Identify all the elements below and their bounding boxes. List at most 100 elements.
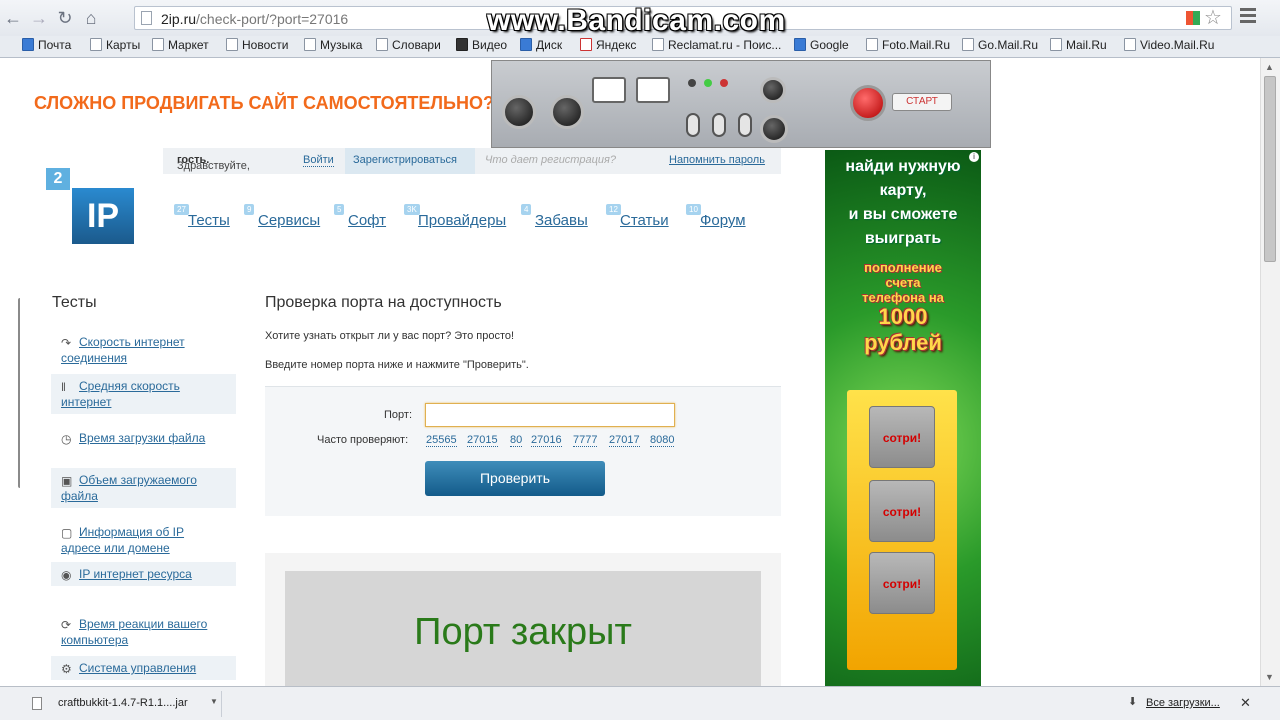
frequent-label: Часто проверяют: bbox=[317, 434, 409, 446]
sidebar-item[interactable]: ◉ IP интернет ресурса bbox=[51, 562, 236, 586]
sidebar-item[interactable]: ⟳ Время реакции вашего компьютера bbox=[51, 612, 236, 652]
ad-amount: 1000 bbox=[878, 304, 928, 329]
all-downloads-link[interactable]: Все загрузки... bbox=[1146, 697, 1220, 709]
back-icon[interactable]: ← bbox=[2, 7, 24, 29]
scratch-field[interactable]: сотри! bbox=[869, 480, 935, 542]
sidebar-item[interactable]: ‖ Средняя скорость интернет bbox=[51, 374, 236, 414]
sidebar-item-label: IP интернет ресурса bbox=[79, 567, 192, 581]
gauge-icon bbox=[592, 77, 626, 103]
nav-item[interactable]: Форум bbox=[700, 212, 746, 229]
web-page: СЛОЖНО ПРОДВИГАТЬ САЙТ САМОСТОЯТЕЛЬНО? С… bbox=[20, 58, 1260, 686]
extension-icon[interactable] bbox=[1186, 11, 1200, 25]
download-item[interactable]: craftbukkit-1.4.7-R1.1....jar ▼ bbox=[24, 691, 222, 717]
bars-icon: ‖ bbox=[61, 380, 66, 394]
chevron-down-icon[interactable]: ▼ bbox=[210, 697, 218, 706]
bookmark-item[interactable]: Новости bbox=[226, 38, 288, 52]
left-gutter bbox=[0, 58, 26, 686]
bookmark-item[interactable]: Почта bbox=[22, 38, 71, 52]
frequent-port-link[interactable]: 25565 bbox=[426, 434, 457, 447]
bookmark-item[interactable]: Видео bbox=[456, 38, 507, 52]
bookmark-star-icon[interactable]: ☆ bbox=[1204, 5, 1222, 30]
scratch-field[interactable]: сотри! bbox=[869, 406, 935, 468]
close-icon[interactable]: ✕ bbox=[1240, 695, 1251, 711]
nav-item[interactable]: Тесты bbox=[188, 212, 230, 229]
frequent-port-link[interactable]: 27015 bbox=[467, 434, 498, 447]
ad-line: и вы сможете bbox=[848, 206, 958, 223]
reload-icon[interactable]: ↻ bbox=[54, 7, 76, 29]
sidebar-item[interactable]: ↷ Скорость интернет соединения bbox=[51, 330, 236, 370]
frequent-port-link[interactable]: 27016 bbox=[531, 434, 562, 447]
result-status: Порт закрыт bbox=[414, 611, 632, 653]
bookmark-item[interactable]: Музыка bbox=[304, 38, 362, 52]
knob-icon bbox=[760, 77, 786, 103]
scratch-card: сотри! сотри! сотри! bbox=[847, 390, 957, 670]
sidebar-item-label: Время реакции вашего компьютера bbox=[61, 617, 208, 647]
sidebar-item-label: Информация об IP адресе или домене bbox=[61, 525, 185, 555]
bookmark-item[interactable]: Google bbox=[794, 38, 849, 52]
frequent-port-link[interactable]: 7777 bbox=[573, 434, 598, 447]
port-input[interactable] bbox=[425, 403, 675, 427]
sidebar-item[interactable]: ◷ Время загрузки файла bbox=[51, 426, 236, 450]
reaction-icon: ⟳ bbox=[61, 618, 72, 632]
scroll-up-icon[interactable]: ▲ bbox=[1265, 62, 1274, 72]
frequent-port-link[interactable]: 8080 bbox=[650, 434, 675, 447]
side-ad[interactable]: i найди нужную карту, и вы сможете выигр… bbox=[825, 150, 981, 686]
page-scrollbar[interactable]: ▲ ▼ bbox=[1260, 58, 1280, 686]
bookmark-item[interactable]: Карты bbox=[90, 38, 140, 52]
result-inner: Порт закрыт bbox=[285, 571, 761, 686]
scroll-thumb[interactable] bbox=[1264, 76, 1276, 262]
menu-icon[interactable] bbox=[1240, 8, 1256, 24]
page-title: Проверка порта на доступность bbox=[265, 294, 502, 311]
forward-icon[interactable]: → bbox=[28, 7, 50, 29]
login-link[interactable]: Войти bbox=[303, 154, 334, 167]
nav-item[interactable]: Забавы bbox=[535, 212, 588, 229]
bookmark-label: Почта bbox=[38, 38, 72, 52]
register-link[interactable]: Зарегистрироваться bbox=[353, 154, 457, 166]
nav-item[interactable]: Статьи bbox=[620, 212, 669, 229]
bookmark-label: Музыка bbox=[320, 38, 363, 52]
bookmark-item[interactable]: Маркет bbox=[152, 38, 209, 52]
knob-icon bbox=[550, 95, 584, 129]
globe-ip-icon: ◉ bbox=[61, 568, 72, 582]
why-register-link[interactable]: Что дает регистрация? bbox=[485, 154, 616, 166]
login-strip: Здравствуйте, гость. Войти Зарегистриров… bbox=[163, 148, 781, 174]
bookmark-item[interactable]: Go.Mail.Ru bbox=[962, 38, 1038, 52]
ad-line: выиграть bbox=[864, 230, 942, 247]
monitor-icon: ▣ bbox=[61, 474, 73, 488]
sidebar-item[interactable]: ▣ Объем загружаемого файла bbox=[51, 468, 236, 508]
ad-banner[interactable]: СЛОЖНО ПРОДВИГАТЬ САЙТ САМОСТОЯТЕЛЬНО? С… bbox=[20, 60, 991, 148]
frequent-port-link[interactable]: 80 bbox=[510, 434, 523, 447]
bookmark-item[interactable]: Словари bbox=[376, 38, 441, 52]
bookmark-label: Новости bbox=[242, 38, 289, 52]
nav-item[interactable]: Сервисы bbox=[258, 212, 320, 229]
bookmark-item[interactable]: Яндекс bbox=[580, 38, 636, 52]
site-logo[interactable]: 2 IP bbox=[44, 166, 136, 246]
instruction-text: Введите номер порта ниже и нажмите "Пров… bbox=[265, 359, 529, 371]
page-icon bbox=[304, 38, 316, 51]
bookmark-item[interactable]: Mail.Ru bbox=[1050, 38, 1107, 52]
page-icon bbox=[962, 38, 974, 51]
sidebar-item[interactable]: ⚙ Система управления bbox=[51, 656, 236, 680]
sidebar-item-label: Время загрузки файла bbox=[79, 431, 206, 445]
start-label: СТАРТ bbox=[892, 93, 952, 111]
check-button[interactable]: Проверить bbox=[425, 461, 605, 496]
bookmark-item[interactable]: Foto.Mail.Ru bbox=[866, 38, 950, 52]
nav-count-badge: 10 bbox=[686, 204, 701, 215]
banner-text: СЛОЖНО ПРОДВИГАТЬ САЙТ САМОСТОЯТЕЛЬНО? bbox=[34, 93, 494, 113]
bookmark-item[interactable]: Video.Mail.Ru bbox=[1124, 38, 1214, 52]
nav-item[interactable]: Провайдеры bbox=[418, 212, 506, 229]
nav-item[interactable]: Софт bbox=[348, 212, 386, 229]
sidebar-item[interactable]: ▢ Информация об IP адресе или домене bbox=[51, 520, 236, 560]
led-icon bbox=[704, 79, 712, 87]
yandex-icon bbox=[580, 38, 592, 51]
frequent-port-link[interactable]: 27017 bbox=[609, 434, 640, 447]
speed-icon: ↷ bbox=[61, 336, 72, 350]
bookmark-item[interactable]: Диск bbox=[520, 38, 562, 52]
remind-password-link[interactable]: Напомнить пароль bbox=[669, 154, 765, 166]
scratch-field[interactable]: сотри! bbox=[869, 552, 935, 614]
home-icon[interactable]: ⌂ bbox=[80, 7, 102, 29]
clock-icon: ◷ bbox=[61, 432, 72, 446]
bookmark-item[interactable]: Reclamat.ru - Поис... bbox=[652, 38, 781, 52]
bookmark-label: Карты bbox=[106, 38, 141, 52]
scroll-down-icon[interactable]: ▼ bbox=[1265, 672, 1274, 682]
